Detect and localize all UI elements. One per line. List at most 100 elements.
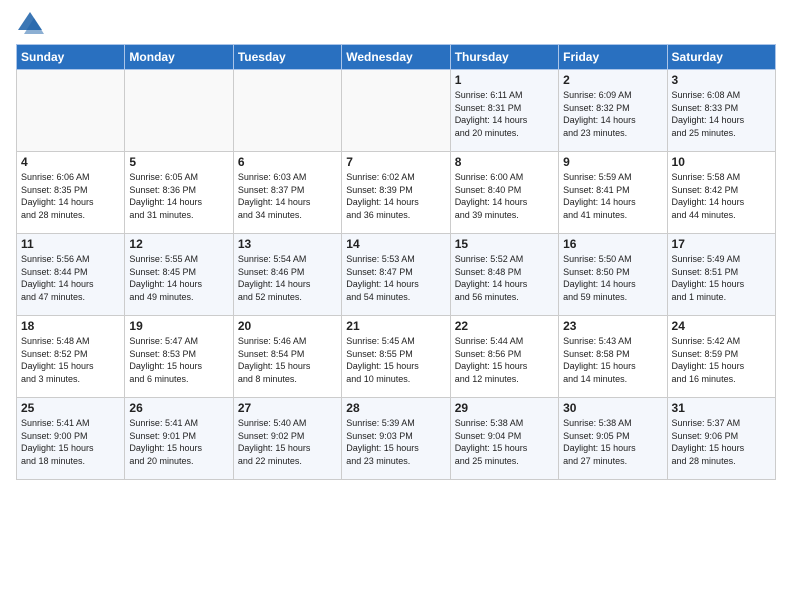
day-number: 29	[455, 401, 554, 415]
day-info: Sunrise: 5:56 AM Sunset: 8:44 PM Dayligh…	[21, 253, 120, 303]
day-number: 5	[129, 155, 228, 169]
day-cell: 21 Sunrise: 5:45 AM Sunset: 8:55 PM Dayli…	[342, 316, 450, 398]
day-info: Sunrise: 5:40 AM Sunset: 9:02 PM Dayligh…	[238, 417, 337, 467]
day-cell: 29 Sunrise: 5:38 AM Sunset: 9:04 PM Dayli…	[450, 398, 558, 480]
day-number: 21	[346, 319, 445, 333]
col-header-friday: Friday	[559, 45, 667, 70]
logo	[16, 10, 48, 38]
day-cell: 8 Sunrise: 6:00 AM Sunset: 8:40 PM Daylig…	[450, 152, 558, 234]
day-info: Sunrise: 5:49 AM Sunset: 8:51 PM Dayligh…	[672, 253, 771, 303]
day-cell: 13 Sunrise: 5:54 AM Sunset: 8:46 PM Dayli…	[233, 234, 341, 316]
day-cell: 26 Sunrise: 5:41 AM Sunset: 9:01 PM Dayli…	[125, 398, 233, 480]
day-info: Sunrise: 5:50 AM Sunset: 8:50 PM Dayligh…	[563, 253, 662, 303]
calendar-table: SundayMondayTuesdayWednesdayThursdayFrid…	[16, 44, 776, 480]
day-info: Sunrise: 6:09 AM Sunset: 8:32 PM Dayligh…	[563, 89, 662, 139]
col-header-thursday: Thursday	[450, 45, 558, 70]
day-number: 20	[238, 319, 337, 333]
day-cell: 28Sunrise: 5:39 AM Sunset: 9:03 PM Dayli…	[342, 398, 450, 480]
week-row-4: 18 Sunrise: 5:48 AM Sunset: 8:52 PM Dayli…	[17, 316, 776, 398]
day-number: 24	[672, 319, 771, 333]
day-info: Sunrise: 5:41 AM Sunset: 9:01 PM Dayligh…	[129, 417, 228, 467]
day-info: Sunrise: 6:08 AM Sunset: 8:33 PM Dayligh…	[672, 89, 771, 139]
day-cell: 15 Sunrise: 5:52 AM Sunset: 8:48 PM Dayli…	[450, 234, 558, 316]
day-cell: 6 Sunrise: 6:03 AM Sunset: 8:37 PM Daylig…	[233, 152, 341, 234]
day-number: 17	[672, 237, 771, 251]
day-info: Sunrise: 5:46 AM Sunset: 8:54 PM Dayligh…	[238, 335, 337, 385]
day-cell	[125, 70, 233, 152]
day-info: Sunrise: 5:44 AM Sunset: 8:56 PM Dayligh…	[455, 335, 554, 385]
day-number: 15	[455, 237, 554, 251]
day-info: Sunrise: 5:48 AM Sunset: 8:52 PM Dayligh…	[21, 335, 120, 385]
col-header-wednesday: Wednesday	[342, 45, 450, 70]
week-row-2: 4Sunrise: 6:06 AM Sunset: 8:35 PM Daylig…	[17, 152, 776, 234]
day-number: 16	[563, 237, 662, 251]
day-info: Sunrise: 5:38 AM Sunset: 9:04 PM Dayligh…	[455, 417, 554, 467]
day-number: 11	[21, 237, 120, 251]
day-number: 26	[129, 401, 228, 415]
day-number: 27	[238, 401, 337, 415]
day-cell: 4Sunrise: 6:06 AM Sunset: 8:35 PM Daylig…	[17, 152, 125, 234]
day-info: Sunrise: 5:41 AM Sunset: 9:00 PM Dayligh…	[21, 417, 120, 467]
day-cell: 31 Sunrise: 5:37 AM Sunset: 9:06 PM Dayli…	[667, 398, 775, 480]
day-cell: 10 Sunrise: 5:58 AM Sunset: 8:42 PM Dayli…	[667, 152, 775, 234]
day-number: 22	[455, 319, 554, 333]
day-number: 8	[455, 155, 554, 169]
day-cell: 18 Sunrise: 5:48 AM Sunset: 8:52 PM Dayli…	[17, 316, 125, 398]
day-number: 9	[563, 155, 662, 169]
day-number: 31	[672, 401, 771, 415]
day-cell: 30Sunrise: 5:38 AM Sunset: 9:05 PM Dayli…	[559, 398, 667, 480]
day-cell: 2Sunrise: 6:09 AM Sunset: 8:32 PM Daylig…	[559, 70, 667, 152]
week-row-1: 1 Sunrise: 6:11 AM Sunset: 8:31 PM Daylig…	[17, 70, 776, 152]
day-number: 19	[129, 319, 228, 333]
day-cell: 14 Sunrise: 5:53 AM Sunset: 8:47 PM Dayli…	[342, 234, 450, 316]
day-info: Sunrise: 5:55 AM Sunset: 8:45 PM Dayligh…	[129, 253, 228, 303]
day-info: Sunrise: 5:37 AM Sunset: 9:06 PM Dayligh…	[672, 417, 771, 467]
day-number: 18	[21, 319, 120, 333]
day-info: Sunrise: 5:45 AM Sunset: 8:55 PM Dayligh…	[346, 335, 445, 385]
day-cell: 16 Sunrise: 5:50 AM Sunset: 8:50 PM Dayli…	[559, 234, 667, 316]
day-number: 7	[346, 155, 445, 169]
col-header-tuesday: Tuesday	[233, 45, 341, 70]
day-number: 6	[238, 155, 337, 169]
day-cell: 23Sunrise: 5:43 AM Sunset: 8:58 PM Dayli…	[559, 316, 667, 398]
day-info: Sunrise: 5:54 AM Sunset: 8:46 PM Dayligh…	[238, 253, 337, 303]
day-cell: 5 Sunrise: 6:05 AM Sunset: 8:36 PM Daylig…	[125, 152, 233, 234]
header-row: SundayMondayTuesdayWednesdayThursdayFrid…	[17, 45, 776, 70]
col-header-monday: Monday	[125, 45, 233, 70]
week-row-3: 11 Sunrise: 5:56 AM Sunset: 8:44 PM Dayli…	[17, 234, 776, 316]
day-cell	[17, 70, 125, 152]
day-number: 10	[672, 155, 771, 169]
day-number: 25	[21, 401, 120, 415]
day-number: 3	[672, 73, 771, 87]
day-info: Sunrise: 6:02 AM Sunset: 8:39 PM Dayligh…	[346, 171, 445, 221]
day-info: Sunrise: 5:58 AM Sunset: 8:42 PM Dayligh…	[672, 171, 771, 221]
day-cell	[342, 70, 450, 152]
day-cell	[233, 70, 341, 152]
week-row-5: 25 Sunrise: 5:41 AM Sunset: 9:00 PM Dayli…	[17, 398, 776, 480]
day-info: Sunrise: 6:03 AM Sunset: 8:37 PM Dayligh…	[238, 171, 337, 221]
day-info: Sunrise: 5:39 AM Sunset: 9:03 PM Dayligh…	[346, 417, 445, 467]
day-cell: 9 Sunrise: 5:59 AM Sunset: 8:41 PM Daylig…	[559, 152, 667, 234]
day-number: 1	[455, 73, 554, 87]
day-number: 14	[346, 237, 445, 251]
day-number: 23	[563, 319, 662, 333]
day-info: Sunrise: 6:06 AM Sunset: 8:35 PM Dayligh…	[21, 171, 120, 221]
col-header-saturday: Saturday	[667, 45, 775, 70]
day-cell: 12Sunrise: 5:55 AM Sunset: 8:45 PM Dayli…	[125, 234, 233, 316]
day-info: Sunrise: 5:52 AM Sunset: 8:48 PM Dayligh…	[455, 253, 554, 303]
day-number: 13	[238, 237, 337, 251]
day-cell: 24 Sunrise: 5:42 AM Sunset: 8:59 PM Dayli…	[667, 316, 775, 398]
day-info: Sunrise: 5:59 AM Sunset: 8:41 PM Dayligh…	[563, 171, 662, 221]
day-info: Sunrise: 6:11 AM Sunset: 8:31 PM Dayligh…	[455, 89, 554, 139]
day-info: Sunrise: 5:38 AM Sunset: 9:05 PM Dayligh…	[563, 417, 662, 467]
day-cell: 27 Sunrise: 5:40 AM Sunset: 9:02 PM Dayli…	[233, 398, 341, 480]
day-info: Sunrise: 5:53 AM Sunset: 8:47 PM Dayligh…	[346, 253, 445, 303]
day-cell: 7 Sunrise: 6:02 AM Sunset: 8:39 PM Daylig…	[342, 152, 450, 234]
day-cell: 22 Sunrise: 5:44 AM Sunset: 8:56 PM Dayli…	[450, 316, 558, 398]
day-cell: 17 Sunrise: 5:49 AM Sunset: 8:51 PM Dayli…	[667, 234, 775, 316]
day-info: Sunrise: 6:05 AM Sunset: 8:36 PM Dayligh…	[129, 171, 228, 221]
day-info: Sunrise: 5:42 AM Sunset: 8:59 PM Dayligh…	[672, 335, 771, 385]
day-cell: 19Sunrise: 5:47 AM Sunset: 8:53 PM Dayli…	[125, 316, 233, 398]
day-info: Sunrise: 6:00 AM Sunset: 8:40 PM Dayligh…	[455, 171, 554, 221]
day-cell: 3 Sunrise: 6:08 AM Sunset: 8:33 PM Daylig…	[667, 70, 775, 152]
